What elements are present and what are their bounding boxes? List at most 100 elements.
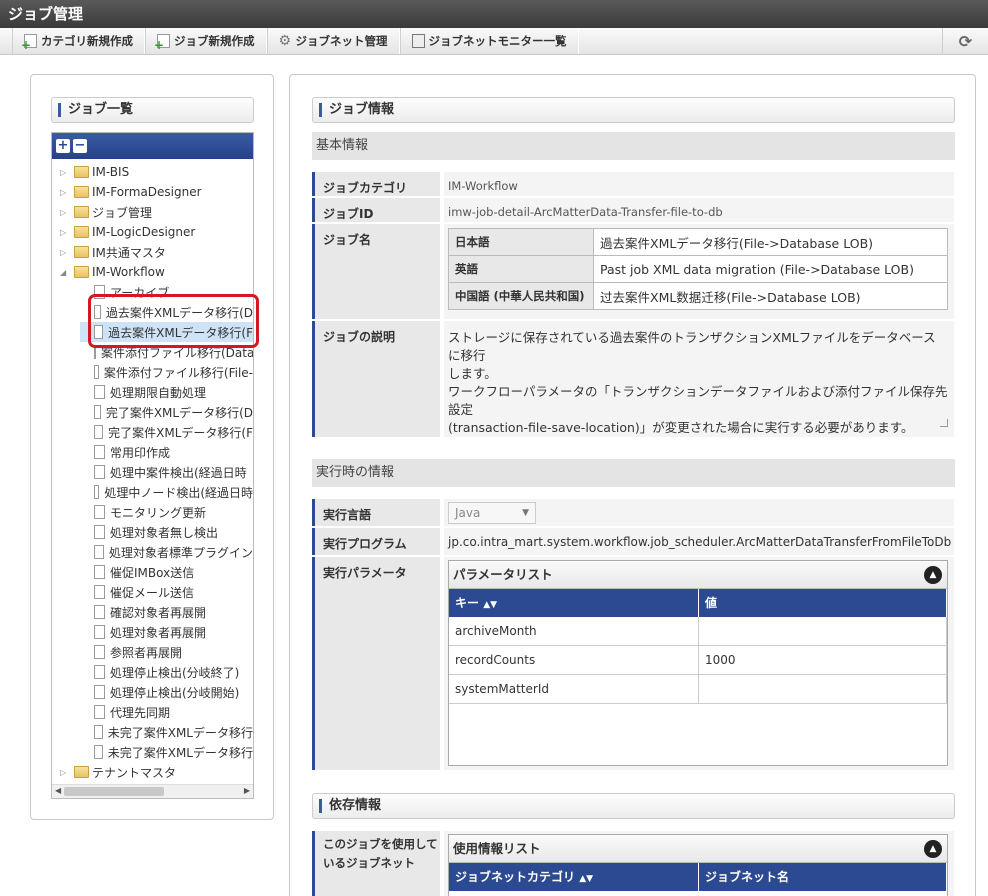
tree-job-item[interactable]: 処理停止検出(分岐終了) (80, 662, 253, 682)
column-header-jobnet-name[interactable]: ジョブネット名 (699, 863, 947, 891)
exec-language-select[interactable]: Java ▼ (448, 502, 536, 524)
tree-job-item[interactable]: 案件添付ファイル移行(File- (80, 362, 253, 382)
job-name-en-row: 英語 Past job XML data migration (File->Da… (448, 255, 948, 283)
expand-all-icon[interactable]: + (56, 139, 70, 153)
tree-job-item[interactable]: 完了案件XMLデータ移行(D (80, 402, 253, 422)
new-job-button[interactable]: ジョブ新規作成 (145, 28, 267, 54)
collapsed-arrow-icon[interactable]: ▷ (60, 768, 70, 777)
tree-item-label: IM-FormaDesigner (92, 185, 202, 199)
tree-item-label: 未完了案件XMLデータ移行 (107, 745, 253, 760)
job-id-row: ジョブID imw-job-detail-ArcMatterData-Trans… (312, 198, 954, 222)
collapse-icon[interactable]: ▲ (924, 566, 942, 584)
exec-language-row: 実行言語 Java ▼ (312, 499, 954, 526)
folder-icon (74, 186, 89, 198)
scroll-right-icon[interactable]: ▶ (244, 786, 250, 795)
tree-job-item[interactable]: 催促メール送信 (80, 582, 253, 602)
collapse-icon[interactable]: ▲ (924, 840, 942, 858)
horizontal-scrollbar[interactable]: ◀ ▶ (52, 784, 253, 798)
tree-job-item[interactable]: 常用印作成 (80, 442, 253, 462)
toolbar: カテゴリ新規作成 ジョブ新規作成 ⚙ ジョブネット管理 ジョブネットモニター一覧… (0, 28, 988, 55)
table-row[interactable]: archiveMonth (449, 617, 947, 646)
folder-icon (74, 246, 89, 258)
tree-job-item[interactable]: モニタリング更新 (80, 502, 253, 522)
tree-job-item[interactable]: 処理期限自動処理 (80, 382, 253, 402)
collapsed-arrow-icon[interactable]: ▷ (60, 168, 70, 177)
param-list-grid: パラメータリスト ▲ キー ▲▼ 値 archiveMonth recordCo… (448, 560, 948, 766)
tree-job-item[interactable]: 催促IMBox送信 (80, 562, 253, 582)
tree-job-item[interactable]: 未完了案件XMLデータ移行 (80, 742, 253, 762)
tree-folder-item[interactable]: ▷ ジョブ管理 (60, 202, 253, 222)
document-icon (94, 465, 105, 479)
sort-icon: ▲▼ (579, 874, 594, 884)
tree-folder-item[interactable]: ▷ IM-FormaDesigner (60, 182, 253, 202)
expanded-arrow-icon[interactable]: ◢ (60, 268, 70, 277)
job-tree: + − ▷ IM-BIS ▷ IM-FormaDesigner ▷ ジョブ管理 ▷ IM-Lo… (51, 132, 254, 799)
collapsed-arrow-icon[interactable]: ▷ (60, 208, 70, 217)
new-document-icon (21, 34, 37, 52)
tree-folder-item[interactable]: ▷ IM共通マスタ (60, 242, 253, 262)
sort-icon: ▲▼ (483, 600, 498, 610)
tree-job-item[interactable]: 処理対象者標準プラグイン (80, 542, 253, 562)
scroll-left-icon[interactable]: ◀ (55, 786, 61, 795)
folder-icon (74, 266, 89, 278)
gear-icon: ⚙ (278, 33, 292, 49)
resize-handle[interactable] (940, 419, 948, 427)
tree-folder-item[interactable]: ▷ IM-BIS (60, 162, 253, 182)
tree-job-item[interactable]: 代理先同期 (80, 702, 253, 722)
folder-icon (74, 766, 89, 778)
refresh-button[interactable]: ⟳ (942, 28, 988, 55)
tree-job-item[interactable]: 参照者再展開 (80, 642, 253, 662)
collapse-all-icon[interactable]: − (73, 139, 87, 153)
folder-icon (74, 206, 89, 218)
document-icon (94, 645, 105, 659)
job-description-row: ジョブの説明 ストレージに保存されている過去案件のトランザクションXMLファイル… (312, 321, 954, 437)
document-icon (94, 725, 103, 739)
document-icon (94, 665, 105, 679)
app-title: ジョブ管理 (0, 0, 988, 28)
tree-folder-item[interactable]: ▷ テナントマスタ (60, 762, 253, 782)
column-header-value[interactable]: 値 (699, 589, 947, 617)
collapsed-arrow-icon[interactable]: ▷ (60, 228, 70, 237)
tree-item-label: テナントマスタ (92, 765, 177, 780)
tree-job-item[interactable]: 処理対象者再展開 (80, 622, 253, 642)
jobnet-monitor-list-button[interactable]: ジョブネットモニター一覧 (399, 28, 579, 54)
job-description-text[interactable]: ストレージに保存されている過去案件のトランザクションXMLファイルをデータベース… (448, 329, 948, 435)
monitor-icon (411, 34, 425, 48)
tree-job-item[interactable]: 処理中ノード検出(経過日時 (80, 482, 253, 502)
document-icon (94, 745, 103, 759)
collapsed-arrow-icon[interactable]: ▷ (60, 188, 70, 197)
dependency-info-title: 依存情報 (312, 793, 955, 819)
tree-job-item[interactable]: 処理対象者無し検出 (80, 522, 253, 542)
tree-folder-item[interactable]: ◢ IM-Workflow (60, 262, 253, 282)
tree-job-item[interactable]: 処理停止検出(分岐開始) (80, 682, 253, 702)
tree-job-item[interactable]: 確認対象者再展開 (80, 602, 253, 622)
tree-job-item[interactable]: 完了案件XMLデータ移行(F (80, 422, 253, 442)
new-category-button[interactable]: カテゴリ新規作成 (12, 28, 145, 54)
job-info-title: ジョブ情報 (312, 97, 955, 123)
runtime-info-heading: 実行時の情報 (312, 459, 955, 487)
param-grid-header: キー ▲▼ 値 (449, 589, 947, 617)
collapsed-arrow-icon[interactable]: ▷ (60, 248, 70, 257)
tree-folder-item[interactable]: ▷ IM-LogicDesigner (60, 222, 253, 242)
table-row[interactable]: systemMatterId (449, 675, 947, 704)
document-icon (94, 605, 105, 619)
refresh-icon: ⟳ (958, 32, 973, 51)
scroll-thumb[interactable] (64, 787, 164, 796)
document-icon (94, 365, 99, 379)
tree-job-item[interactable]: 処理中案件検出(経過日時 (80, 462, 253, 482)
jobnet-management-button[interactable]: ⚙ ジョブネット管理 (266, 28, 400, 54)
job-name-row: ジョブ名 日本語 過去案件XMLデータ移行(File->Database LOB… (312, 224, 954, 319)
basic-info-heading: 基本情報 (312, 132, 955, 160)
document-icon (94, 385, 105, 399)
column-header-jobnet-category[interactable]: ジョブネットカテゴリ ▲▼ (449, 863, 699, 891)
tree-item-label: 催促IMBox送信 (110, 565, 195, 580)
tree-item-label: モニタリング更新 (110, 505, 207, 520)
tree-item-label: 確認対象者再展開 (110, 605, 207, 620)
table-row[interactable]: recordCounts 1000 (449, 646, 947, 675)
tree-item-label: 代理先同期 (110, 705, 171, 720)
tree-item-label: IM共通マスタ (92, 245, 166, 260)
document-icon (94, 585, 105, 599)
highlight-box (88, 294, 259, 348)
tree-job-item[interactable]: 未完了案件XMLデータ移行 (80, 722, 253, 742)
column-header-key[interactable]: キー ▲▼ (449, 589, 699, 617)
